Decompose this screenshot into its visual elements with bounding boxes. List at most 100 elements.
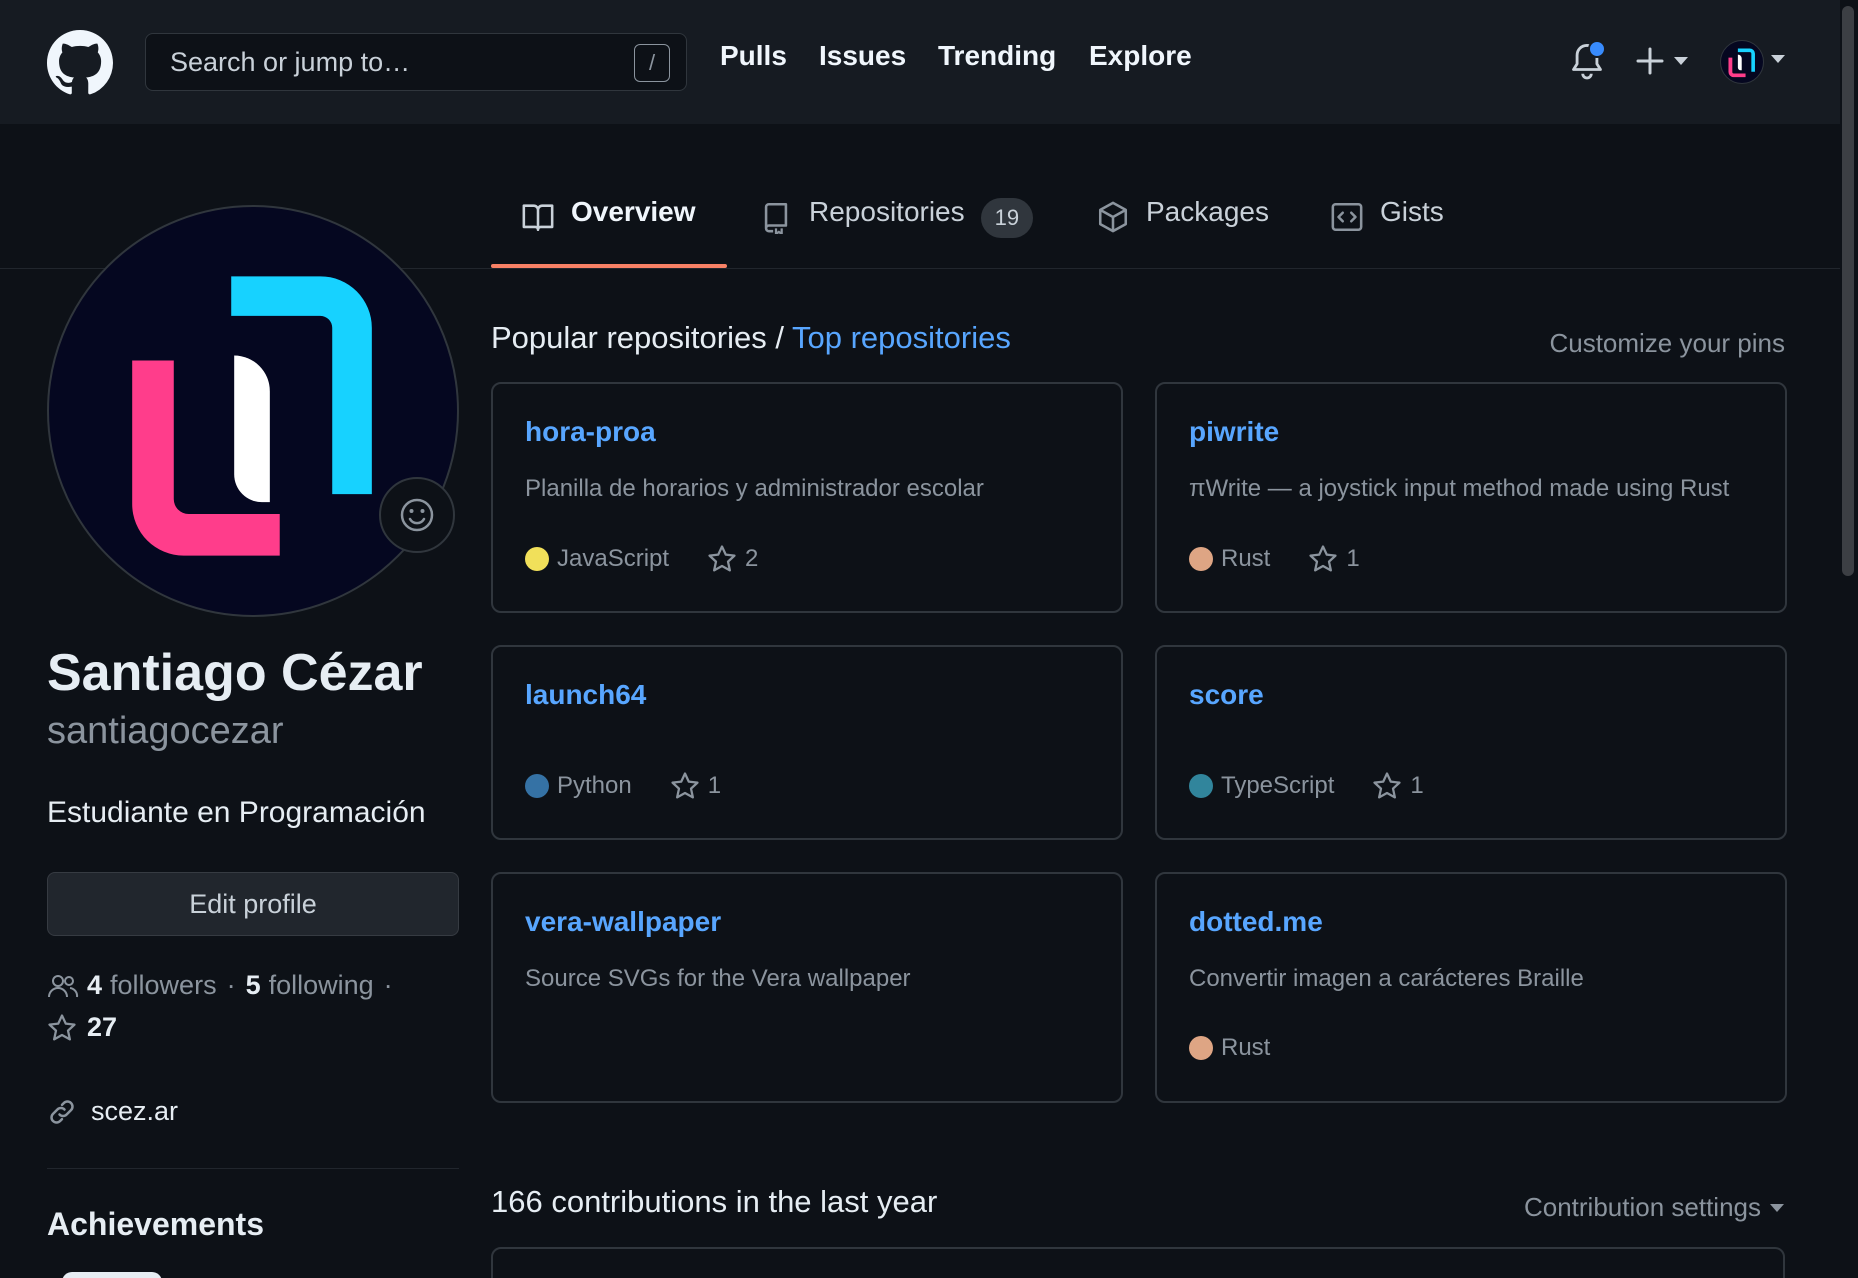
repo-name-link[interactable]: score — [1189, 679, 1264, 711]
repo-stars-link[interactable]: 2 — [745, 545, 758, 573]
repo-meta: JavaScript 2 — [525, 544, 758, 574]
pinned-repo-card: piwrite πWrite — a joystick input method… — [1155, 382, 1787, 613]
pinned-heading: Popular repositories / Top repositories — [491, 320, 1011, 356]
pinned-repo-card: dotted.me Convertir imagen a carácteres … — [1155, 872, 1787, 1103]
top-header: / Pulls Issues Trending Explore — [0, 0, 1840, 124]
repo-language: JavaScript — [557, 545, 670, 572]
repo-stars-link[interactable]: 1 — [1410, 772, 1423, 800]
stars-count: 27 — [87, 1012, 118, 1042]
active-tab-underline — [491, 264, 727, 268]
tab-repositories-label: Repositories — [809, 196, 965, 227]
tab-packages[interactable]: Packages — [1096, 196, 1269, 268]
repo-meta: Rust 1 — [1189, 544, 1360, 574]
plus-dropdown-icon[interactable] — [1634, 44, 1694, 78]
website-row: scez.ar — [47, 1096, 178, 1127]
search-box[interactable]: / — [145, 33, 687, 91]
repo-language: Rust — [1221, 1034, 1271, 1061]
pinned-title-separator: / — [766, 320, 792, 355]
contributions-heading: 166 contributions in the last year — [491, 1184, 938, 1219]
repo-description: Convertir imagen a carácteres Braille — [1189, 965, 1584, 992]
code-square-icon — [1331, 202, 1363, 232]
star-icon — [671, 772, 699, 799]
notification-indicator — [1588, 40, 1606, 58]
repo-name-link[interactable]: vera-wallpaper — [525, 906, 721, 938]
repo-name-link[interactable]: hora-proa — [525, 416, 656, 448]
repo-name-link[interactable]: dotted.me — [1189, 906, 1323, 938]
contribution-graph — [491, 1247, 1785, 1278]
profile-username: santiagocezar — [47, 710, 284, 752]
profile-name: Santiago Cézar — [47, 644, 423, 702]
avatar-logo-icon — [132, 276, 372, 556]
chevron-down-icon[interactable] — [1770, 54, 1786, 64]
pinned-repo-card: launch64 Python 1 — [491, 645, 1123, 840]
repo-stars-link[interactable]: 1 — [1346, 545, 1359, 573]
smiley-icon — [400, 498, 434, 532]
github-logo-icon[interactable] — [47, 30, 113, 96]
chevron-down-icon — [1770, 1203, 1784, 1212]
repo-meta: Python 1 — [525, 771, 721, 801]
nav-trending[interactable]: Trending — [938, 40, 1056, 72]
search-input[interactable] — [146, 34, 686, 90]
book-icon — [522, 204, 554, 232]
following-label: following — [268, 970, 374, 1000]
followers-count: 4 — [87, 970, 103, 1000]
sidebar-divider — [47, 1168, 459, 1169]
repo-description: Source SVGs for the Vera wallpaper — [525, 965, 911, 992]
achievements-heading: Achievements — [47, 1206, 264, 1242]
star-icon — [48, 1013, 76, 1040]
customize-pins-link[interactable]: Customize your pins — [1549, 328, 1785, 359]
website-link[interactable]: scez.ar — [91, 1096, 178, 1127]
followers-label: followers — [110, 970, 217, 1000]
scrollbar-thumb[interactable] — [1842, 6, 1854, 576]
edit-profile-button[interactable]: Edit profile — [47, 872, 459, 936]
profile-avatar[interactable] — [47, 205, 459, 617]
separator-dot: · — [383, 970, 393, 1000]
repositories-count-badge: 19 — [980, 198, 1034, 238]
separator-dot: · — [226, 970, 236, 1000]
achievement-badge[interactable] — [62, 1272, 162, 1278]
language-color-dot — [525, 774, 549, 798]
nav-explore[interactable]: Explore — [1089, 40, 1192, 72]
repo-stars-link[interactable]: 1 — [708, 772, 721, 800]
tab-overview[interactable]: Overview — [521, 196, 696, 268]
contribution-settings-dropdown[interactable]: Contribution settings — [1524, 1192, 1785, 1223]
people-icon — [48, 974, 79, 997]
language-color-dot — [1189, 1036, 1213, 1060]
pinned-repo-card: hora-proa Planilla de horarios y adminis… — [491, 382, 1123, 613]
repo-description: Planilla de horarios y administrador esc… — [525, 475, 984, 502]
stars-link[interactable]: 27 — [47, 1012, 117, 1043]
tab-overview-label: Overview — [571, 196, 696, 227]
set-status-button[interactable] — [379, 477, 455, 553]
pinned-title: Popular repositories — [491, 320, 767, 355]
package-icon — [1098, 201, 1128, 233]
language-color-dot — [1189, 547, 1213, 571]
repo-language: Python — [557, 772, 632, 799]
repo-meta: TypeScript 1 — [1189, 771, 1424, 801]
pinned-repo-card: score TypeScript 1 — [1155, 645, 1787, 840]
tab-gists-label: Gists — [1380, 196, 1444, 227]
nav-issues[interactable]: Issues — [819, 40, 906, 72]
search-shortcut-key: / — [634, 44, 670, 82]
pinned-repo-card: vera-wallpaper Source SVGs for the Vera … — [491, 872, 1123, 1103]
tab-repositories[interactable]: Repositories 19 — [759, 196, 1034, 268]
link-icon — [50, 1099, 74, 1124]
followers-link[interactable]: 4 followers — [87, 970, 217, 1001]
avatar-logo-icon — [1728, 48, 1755, 78]
profile-bio: Estudiante en Programación — [47, 796, 426, 829]
star-icon — [1309, 545, 1337, 572]
language-color-dot — [525, 547, 549, 571]
follow-stats: 4 followers · 5 following · — [47, 970, 403, 1001]
tab-packages-label: Packages — [1146, 196, 1269, 227]
repo-name-link[interactable]: launch64 — [525, 679, 646, 711]
contribution-settings-label: Contribution settings — [1523, 1192, 1761, 1222]
repo-language: Rust — [1221, 545, 1271, 572]
user-avatar-menu[interactable] — [1720, 40, 1764, 84]
repo-meta: Rust — [1189, 1034, 1270, 1062]
following-link[interactable]: 5 following — [246, 970, 374, 1001]
tab-gists[interactable]: Gists — [1330, 196, 1444, 268]
top-repositories-link[interactable]: Top repositories — [792, 320, 1011, 355]
repo-language: TypeScript — [1221, 772, 1335, 799]
repo-icon — [764, 202, 788, 234]
repo-name-link[interactable]: piwrite — [1189, 416, 1279, 448]
nav-pulls[interactable]: Pulls — [720, 40, 787, 72]
